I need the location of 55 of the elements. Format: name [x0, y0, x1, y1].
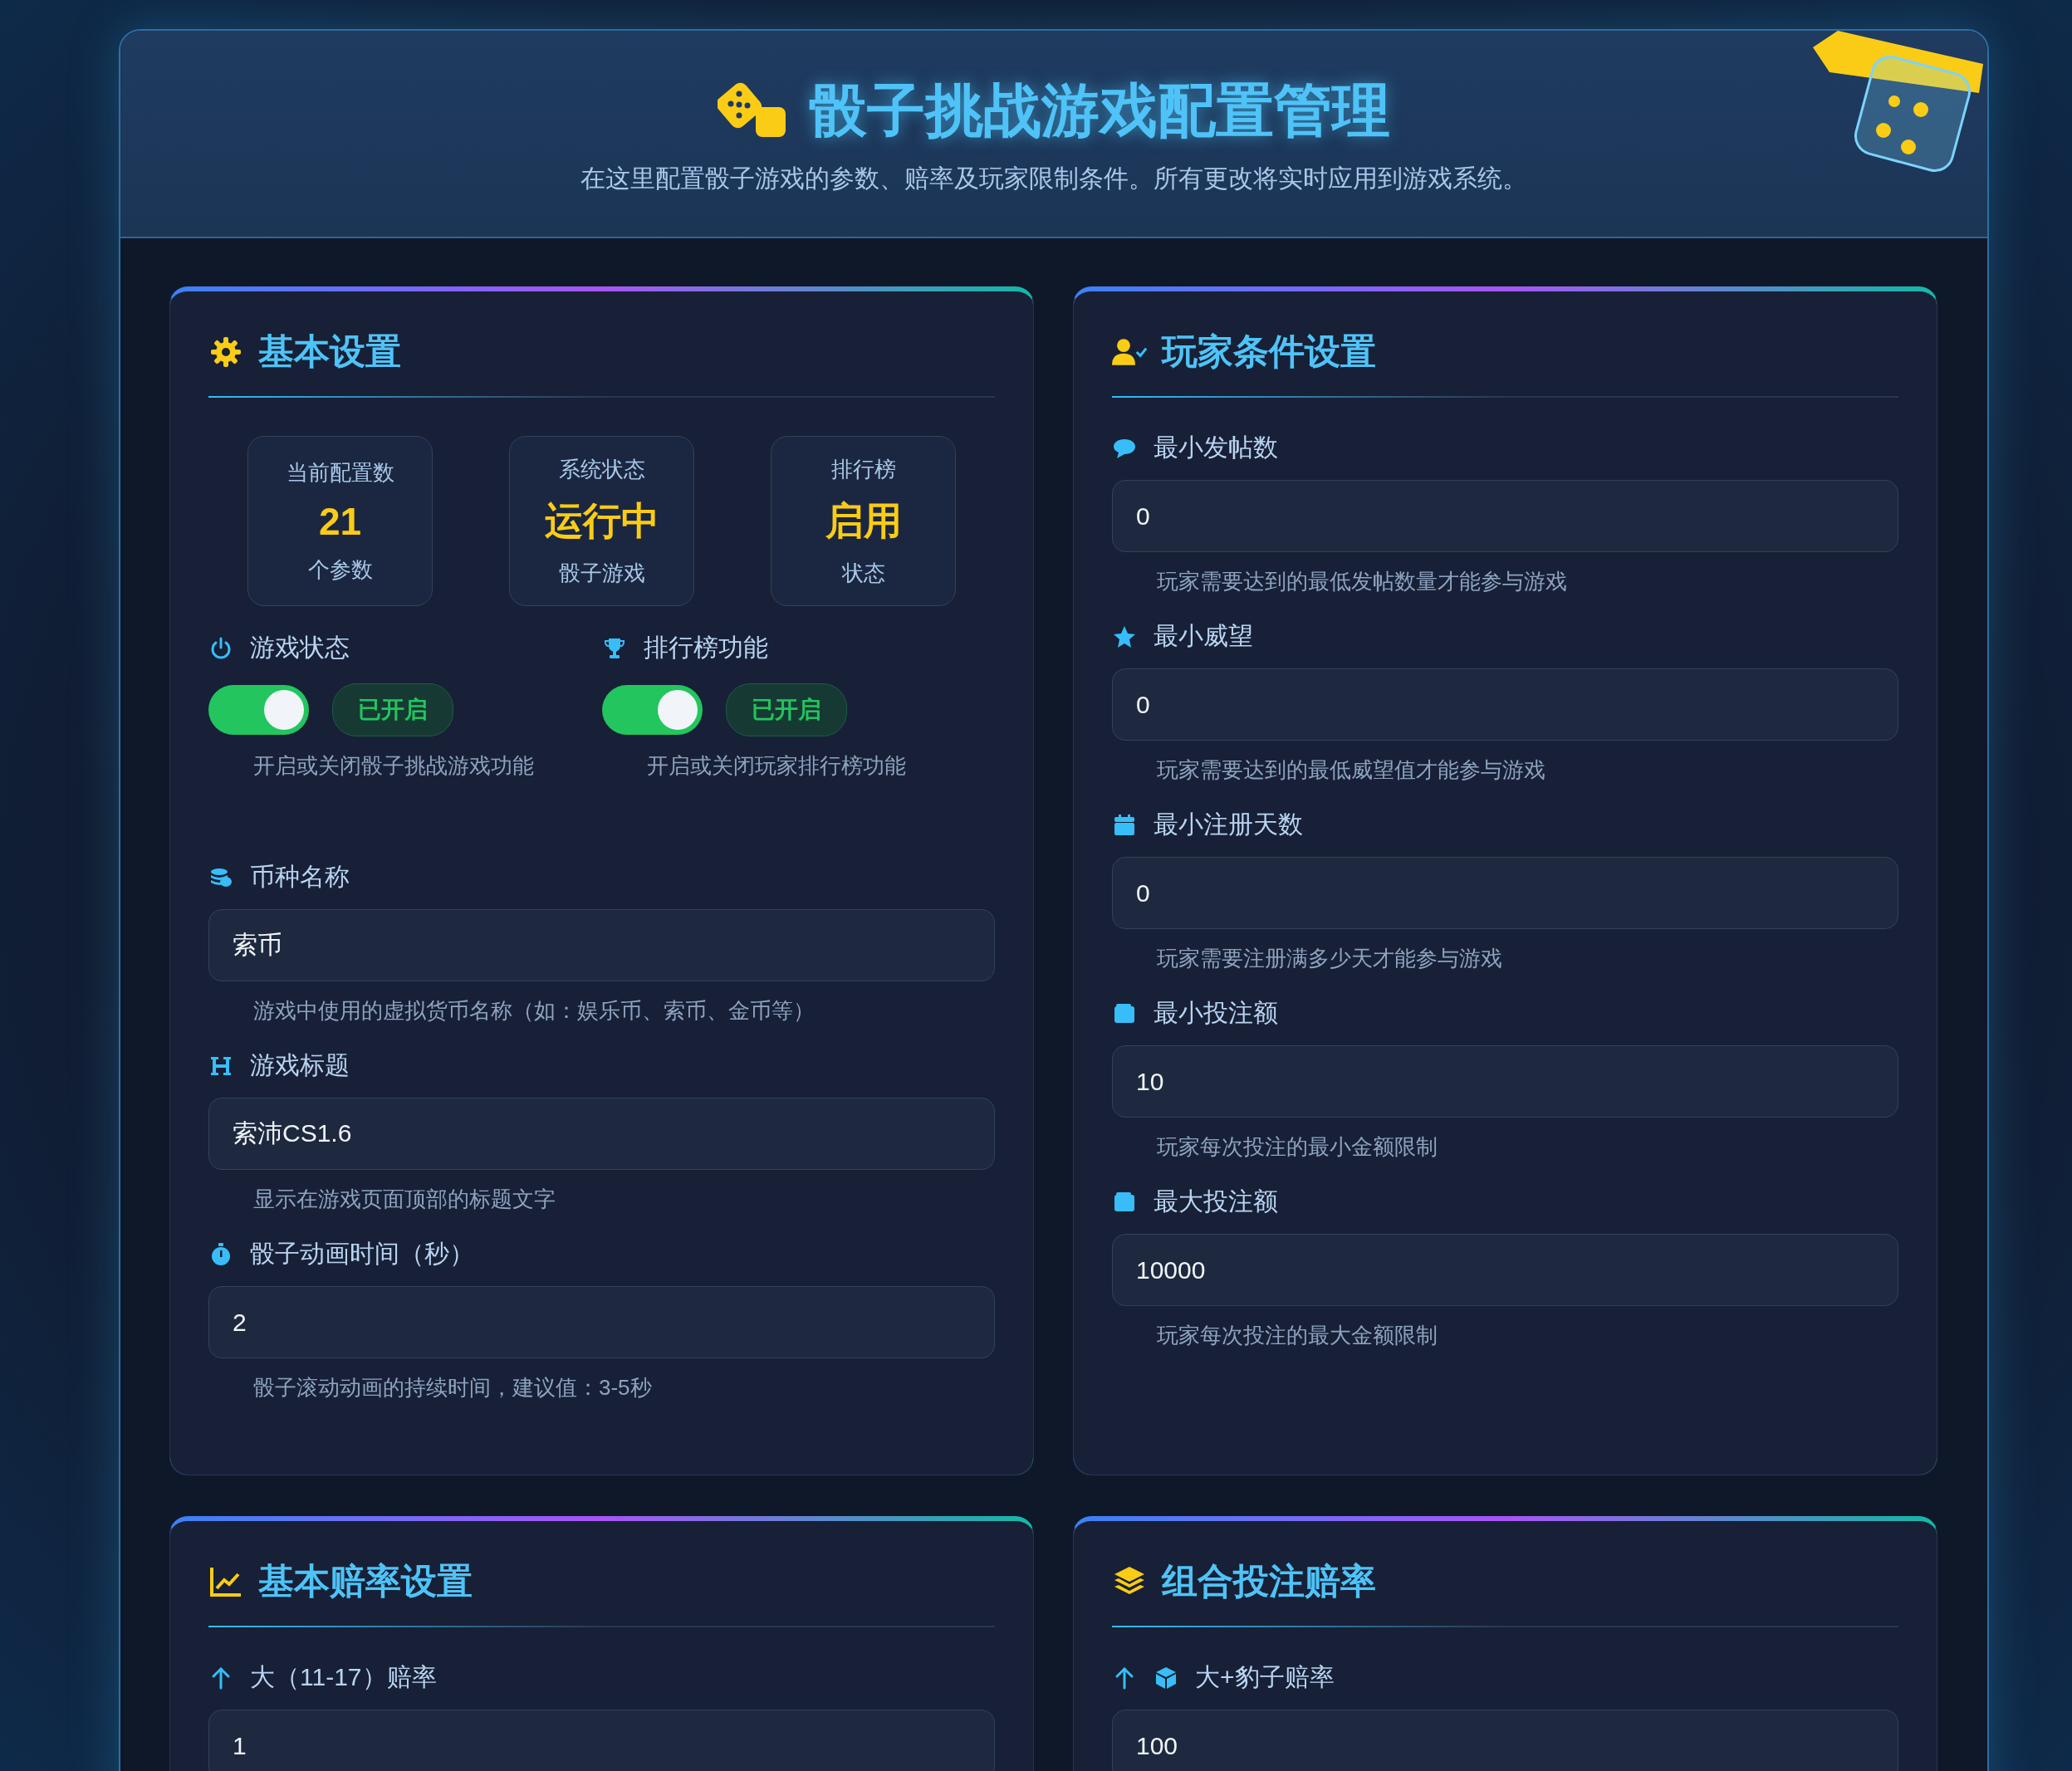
text-input[interactable]: 0: [1112, 668, 1898, 741]
setting-label: 游戏状态: [250, 633, 350, 663]
help-text: 骰子滚动动画的持续时间，建议值：3-5秒: [253, 1374, 653, 1402]
field-label: 最大投注额: [1154, 1186, 1278, 1216]
text-input[interactable]: 0: [1112, 480, 1898, 552]
help-text: 玩家需要达到的最低发帖数量才能参与游戏: [1157, 568, 1568, 595]
field-label: 最小威望: [1154, 621, 1253, 651]
field-label: 大+豹子赔率: [1195, 1662, 1335, 1692]
stat-caption: 骰子游戏: [558, 559, 645, 587]
card-title: 组合投注赔率: [1162, 1560, 1376, 1602]
setting-label: 排行榜功能: [643, 633, 768, 663]
help-text: 开启或关闭骰子挑战游戏功能: [253, 752, 535, 780]
card-title: 基本设置: [258, 330, 401, 373]
field-label: 骰子动画时间（秒）: [250, 1239, 474, 1269]
text-input[interactable]: 索沛CS1.6: [208, 1098, 995, 1170]
calendar-icon: [1112, 812, 1137, 838]
stat-label: 当前配置数: [286, 458, 394, 487]
status-badge: 已开启: [725, 683, 847, 736]
stat-label: 排行榜: [830, 455, 896, 483]
card-title: 玩家条件设置: [1162, 330, 1376, 373]
stat-value: 21: [318, 498, 362, 544]
text-input[interactable]: 10: [1112, 1045, 1898, 1118]
field-label: 最小注册天数: [1154, 810, 1303, 839]
card-title: 基本赔率设置: [258, 1560, 473, 1602]
help-text: 游戏中使用的虚拟货币名称（如：娱乐币、索币、金币等）: [253, 997, 816, 1025]
stat-caption: 状态: [841, 559, 885, 587]
text-input[interactable]: 100: [1112, 1710, 1898, 1771]
text-input[interactable]: 1: [208, 1710, 995, 1771]
help-text: 玩家需要达到的最低威望值才能参与游戏: [1157, 756, 1546, 784]
toggle-switch[interactable]: [208, 685, 309, 735]
field-label: 最小发帖数: [1154, 433, 1278, 462]
page-subtitle: 在这里配置骰子游戏的参数、赔率及玩家限制条件。所有更改将实时应用到游戏系统。: [580, 164, 1527, 193]
help-text: 玩家需要注册满多少天才能参与游戏: [1157, 945, 1503, 972]
text-input[interactable]: 10000: [1112, 1234, 1898, 1306]
status-badge: 已开启: [332, 683, 453, 736]
field-label: 大（11-17）赔率: [250, 1662, 437, 1692]
gear-icon: [208, 335, 243, 369]
toggle-switch[interactable]: [601, 685, 703, 735]
stat-value: 运行中: [544, 497, 659, 544]
help-text: 开启或关闭玩家排行榜功能: [646, 752, 907, 780]
stat-caption: 个参数: [307, 555, 373, 584]
help-text: 玩家每次投注的最大金额限制: [1157, 1322, 1438, 1349]
text-input[interactable]: 0: [1112, 857, 1898, 929]
help-text: 玩家每次投注的最小金额限制: [1157, 1133, 1438, 1161]
stat-label: 系统状态: [558, 455, 645, 483]
field-label: 币种名称: [250, 862, 350, 892]
field-label: 最小投注额: [1154, 998, 1278, 1028]
line-chart-icon: [208, 1565, 243, 1598]
field-label: 游戏标题: [250, 1050, 350, 1080]
text-input[interactable]: 2: [208, 1286, 995, 1358]
cube-icon: [1154, 1665, 1178, 1690]
stat-value: 启用: [825, 497, 902, 544]
page-title: 骰子挑战游戏配置管理: [809, 77, 1390, 144]
text-input[interactable]: 索币: [208, 909, 995, 981]
help-text: 显示在游戏页面顶部的标题文字: [253, 1186, 556, 1213]
